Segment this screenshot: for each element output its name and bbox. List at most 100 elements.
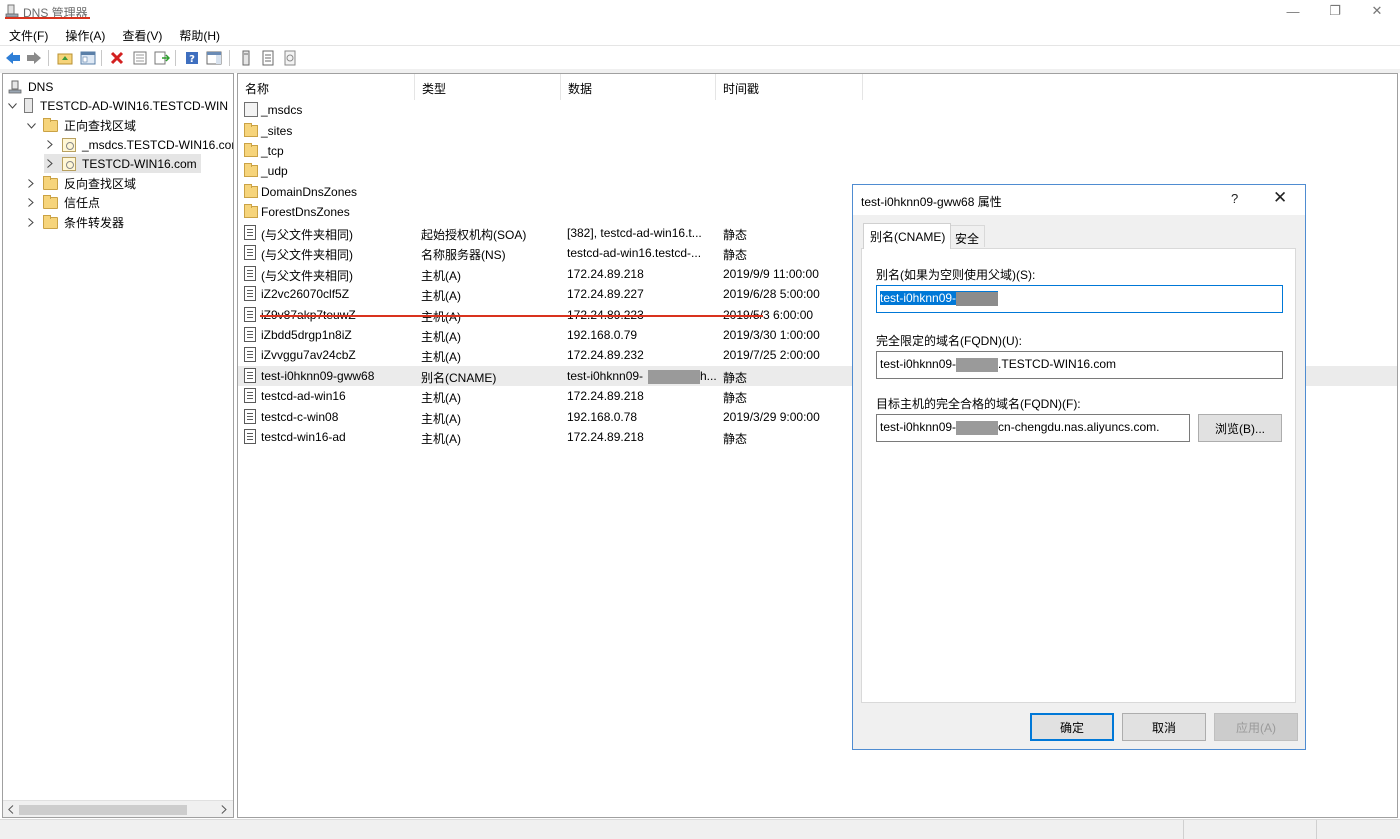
cell-data-redaction: h... (648, 369, 717, 384)
tab-security[interactable]: 安全 (948, 225, 986, 247)
alias-input[interactable]: test-i0hknn09- (876, 285, 1283, 313)
cell-type: 名称服务器(NS) (421, 248, 506, 263)
dns-manager-icon (5, 4, 19, 18)
cell-data: 192.168.0.78 (567, 409, 638, 424)
collapsed-chevron-icon[interactable] (25, 178, 37, 190)
status-bar (0, 819, 1400, 839)
help-icon[interactable]: ? (183, 49, 201, 67)
redacted-block (956, 357, 999, 372)
record-icon (244, 224, 256, 240)
cell-name: DomainDnsZones (261, 184, 358, 199)
forward-arrow-icon[interactable] (25, 49, 43, 67)
cell-timestamp: 2019/7/25 2:00:00 (723, 348, 820, 363)
record-icon[interactable] (259, 49, 277, 67)
tree-item-zone-main[interactable]: TESTCD-WIN16.com (44, 154, 201, 173)
tree-item-server[interactable]: TESTCD-AD-WIN16.TESTCD-WIN (6, 96, 228, 115)
tree-item-zone-msdcs[interactable]: _msdcs.TESTCD-WIN16.com (44, 135, 234, 154)
collapsed-chevron-icon[interactable] (25, 217, 37, 229)
cell-type: 别名(CNAME) (421, 370, 497, 385)
tab-cname[interactable]: 别名(CNAME) (863, 223, 952, 249)
apply-button[interactable]: 应用(A) (1214, 713, 1298, 741)
record-icon (244, 306, 256, 322)
back-arrow-icon[interactable] (4, 49, 22, 67)
scroll-right-icon[interactable] (217, 802, 231, 816)
table-row[interactable]: _tcp (238, 141, 1397, 161)
help-button[interactable]: ? (1231, 191, 1238, 206)
target-suffix: cn-chengdu.nas.aliyuncs.com. (998, 420, 1160, 434)
cell-timestamp: 静态 (723, 370, 748, 385)
tree-item-trust-points[interactable]: 信任点 (25, 193, 100, 212)
horizontal-scrollbar[interactable] (3, 800, 233, 817)
cell-timestamp: 2019/9/9 11:00:00 (723, 266, 819, 281)
fqdn-field[interactable]: test-i0hknn09- .TESTCD-WIN16.com (876, 351, 1283, 379)
cell-type: 主机(A) (421, 350, 461, 365)
menu-help[interactable]: 帮助(H) (170, 24, 228, 44)
show-hide-tree-icon[interactable] (79, 49, 97, 67)
cell-name: iZbdd5drgp1n8iZ (261, 327, 352, 342)
scrollbar-thumb[interactable] (19, 805, 187, 815)
browse-button[interactable]: 浏览(B)... (1198, 414, 1282, 442)
folder-icon (43, 175, 58, 190)
cell-name: _tcp (261, 143, 284, 158)
record-icon (244, 408, 256, 424)
scroll-left-icon[interactable] (4, 802, 18, 816)
tree-item-conditional-forwarders[interactable]: 条件转发器 (25, 213, 124, 232)
cell-timestamp: 2019/6/28 5:00:00 (723, 287, 820, 301)
redacted-block (648, 369, 700, 384)
target-prefix: test-i0hknn09- (880, 420, 957, 434)
collapsed-chevron-icon[interactable] (25, 197, 37, 209)
minimize-button[interactable]: — (1270, 0, 1316, 22)
cell-timestamp: 静态 (723, 432, 748, 447)
tree-item-reverse-zones[interactable]: 反向查找区域 (25, 174, 136, 193)
cell-name: testcd-ad-win16 (261, 389, 346, 404)
collapsed-chevron-icon[interactable] (44, 158, 56, 170)
tree-label-zone-msdcs: _msdcs.TESTCD-WIN16.com (82, 137, 234, 152)
collapsed-chevron-icon[interactable] (44, 139, 56, 151)
tree-label-trust-points: 信任点 (64, 196, 101, 210)
cell-data: 172.24.89.218 (567, 266, 644, 281)
cell-name: (与父文件夹相同) (261, 227, 353, 242)
menu-view[interactable]: 查看(V) (113, 24, 170, 44)
action-pane-icon[interactable] (205, 49, 223, 67)
export-list-icon[interactable] (153, 49, 171, 67)
column-timestamp[interactable]: 时间戳 (716, 74, 863, 100)
menu-file[interactable]: 文件(F) (0, 24, 56, 44)
tree-item-dns[interactable]: DNS (8, 77, 53, 96)
cell-type: 主机(A) (421, 268, 461, 283)
tree-item-forward-zones[interactable]: 正向查找区域 (25, 116, 136, 135)
server-icon[interactable] (237, 49, 255, 67)
column-data[interactable]: 数据 (561, 74, 716, 100)
redacted-block (956, 420, 999, 435)
zone-icon (62, 156, 76, 171)
zone-icon[interactable] (281, 49, 299, 67)
menu-action[interactable]: 操作(A) (56, 24, 113, 44)
list-header: 名称 类型 数据 时间戳 (238, 74, 1397, 100)
ok-button[interactable]: 确定 (1030, 713, 1114, 741)
folder-icon (244, 163, 258, 178)
cell-name: (与父文件夹相同) (261, 248, 353, 263)
restore-button[interactable]: ❐ (1312, 0, 1358, 22)
close-window-button[interactable]: ✕ (1354, 0, 1400, 22)
column-type[interactable]: 类型 (415, 74, 561, 100)
folder-icon (43, 214, 58, 229)
properties-icon[interactable] (131, 49, 149, 67)
table-row[interactable]: _udp (238, 161, 1397, 181)
column-name[interactable]: 名称 (238, 74, 415, 100)
expanded-chevron-icon[interactable] (25, 120, 37, 132)
cell-type: 主机(A) (421, 289, 461, 303)
alias-value: test-i0hknn09- (880, 291, 957, 305)
expanded-chevron-icon[interactable] (6, 100, 18, 112)
cancel-button[interactable]: 取消 (1122, 713, 1206, 741)
dialog-close-button[interactable]: ✕ (1273, 188, 1287, 208)
dns-root-icon (8, 80, 22, 93)
cell-type: 主机(A) (421, 432, 461, 447)
cell-timestamp: 2019/3/29 9:00:00 (723, 409, 820, 424)
delete-icon[interactable] (108, 49, 126, 67)
fqdn-label: 完全限定的域名(FQDN)(U): (876, 334, 1022, 348)
table-row[interactable]: _msdcs (238, 100, 1397, 120)
dialog-title-bar: test-i0hknn09-gww68 属性 ? ✕ (853, 185, 1305, 215)
up-folder-icon[interactable] (56, 49, 74, 67)
console-tree: DNS TESTCD-AD-WIN16.TESTCD-WIN 正向查找区域 _m… (2, 73, 234, 818)
target-fqdn-input[interactable]: test-i0hknn09- cn-chengdu.nas.aliyuncs.co… (876, 414, 1190, 442)
table-row[interactable]: _sites (238, 121, 1397, 141)
